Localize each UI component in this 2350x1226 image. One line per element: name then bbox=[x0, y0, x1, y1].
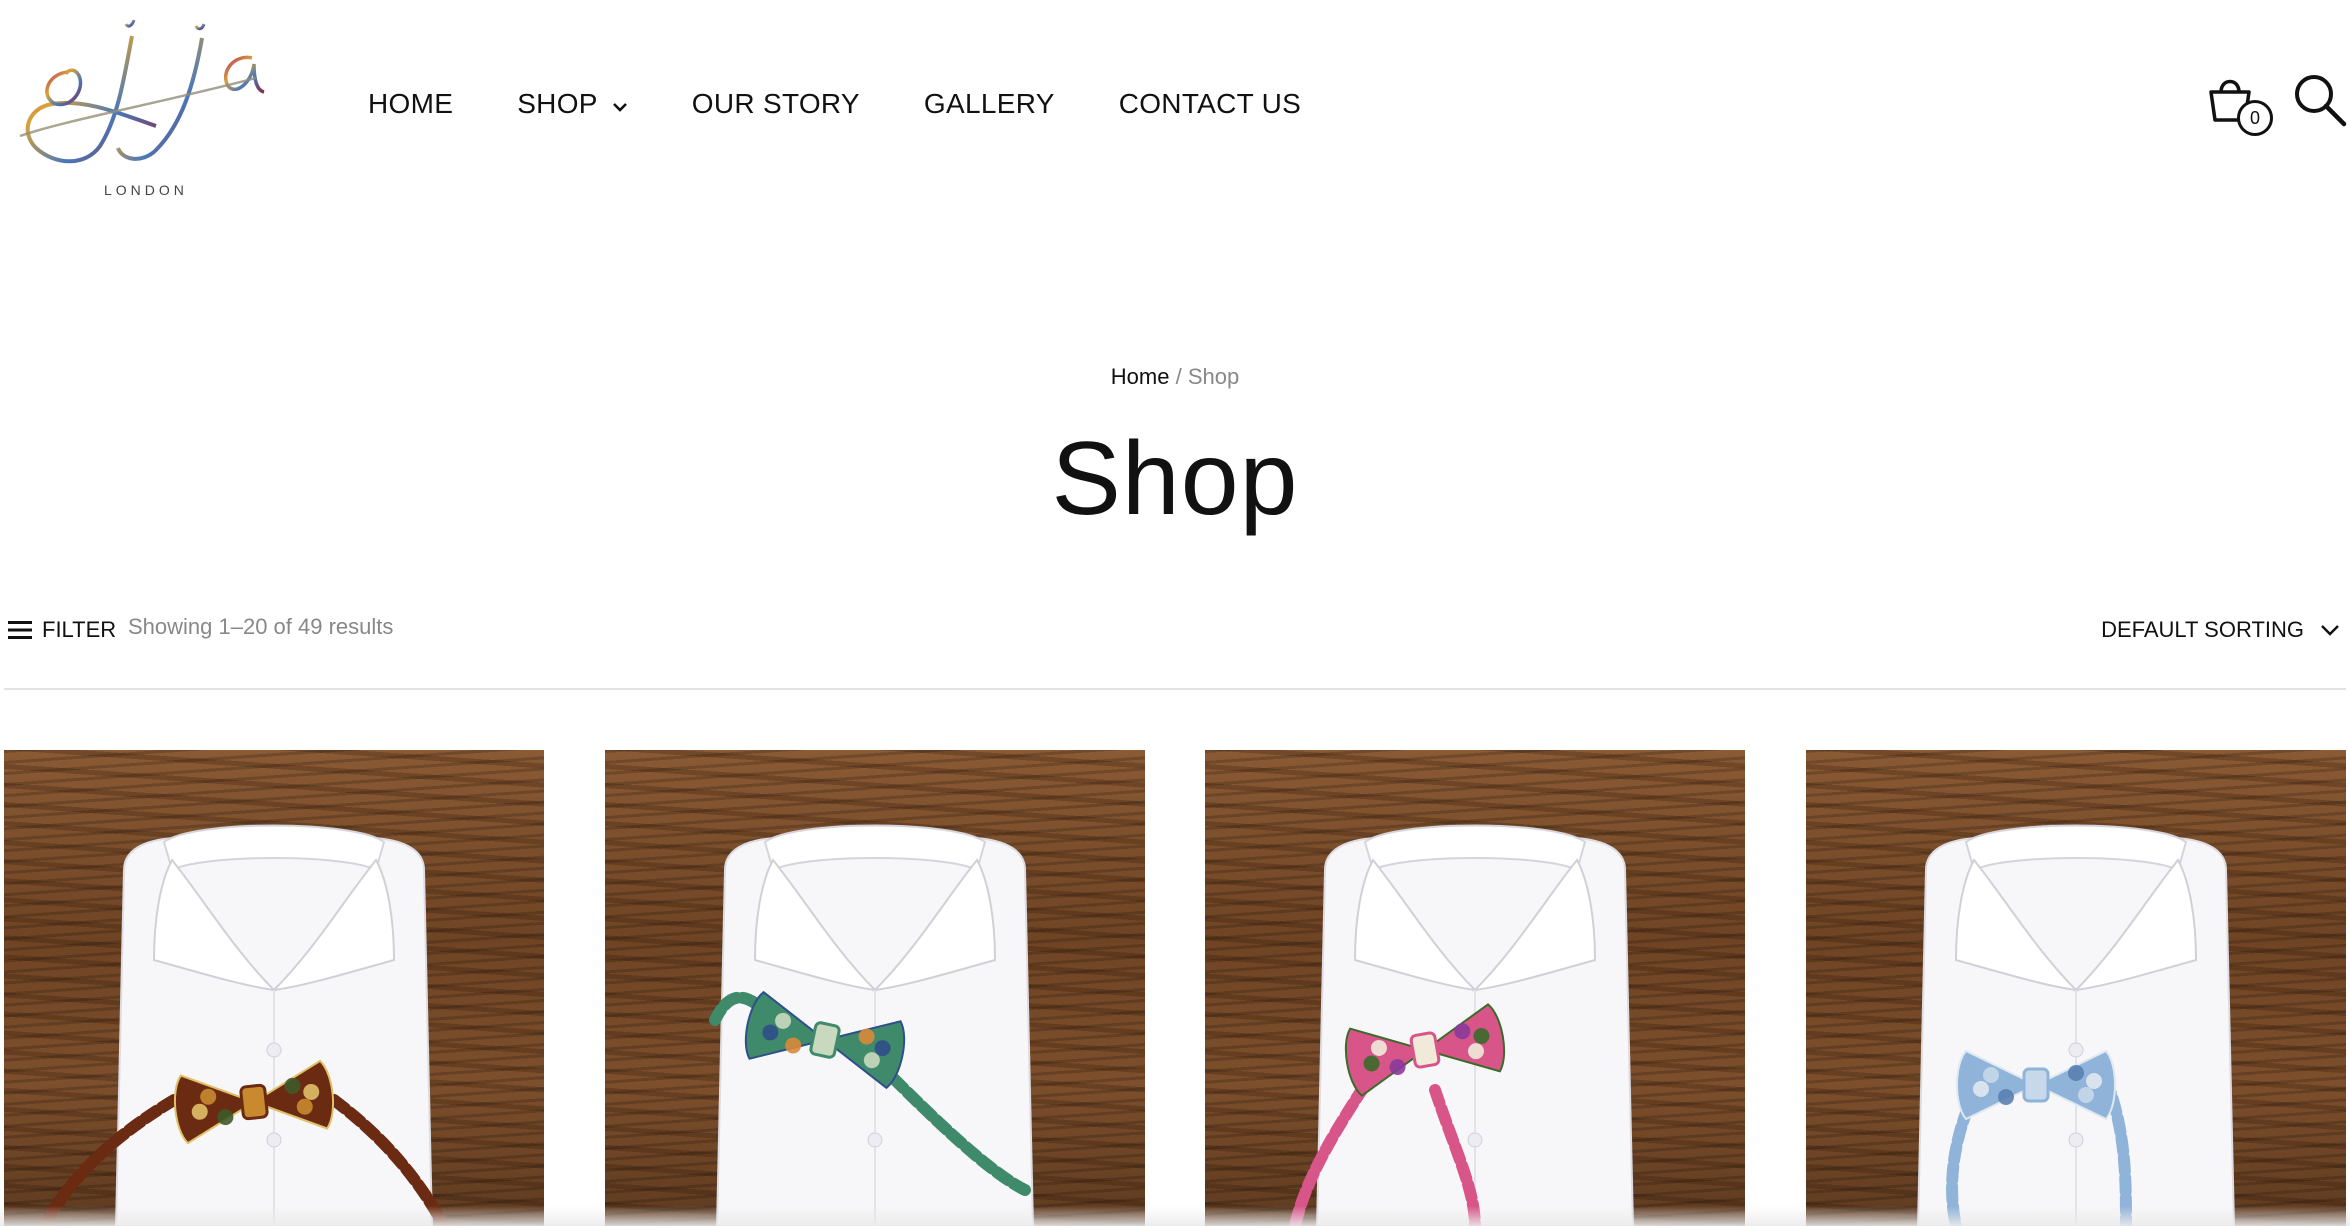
shirt-button bbox=[266, 1042, 282, 1058]
product-card[interactable] bbox=[1806, 750, 2346, 1226]
nav-contact-us[interactable]: CONTACT US bbox=[1119, 88, 1301, 120]
search-icon bbox=[2295, 75, 2347, 127]
nav-shop[interactable]: SHOP bbox=[517, 88, 628, 120]
breadcrumb: Home / Shop bbox=[0, 364, 2350, 390]
logo-subtitle: LONDON bbox=[104, 182, 188, 198]
scroll-fade bbox=[0, 1206, 2350, 1226]
results-count: Showing 1–20 of 49 results bbox=[128, 614, 394, 639]
product-image bbox=[1916, 824, 2236, 1226]
chevron-down-icon bbox=[612, 88, 628, 120]
shirt-button bbox=[2068, 1132, 2084, 1148]
cart-count-badge: 0 bbox=[2237, 100, 2273, 136]
breadcrumb-home-link[interactable]: Home bbox=[1111, 364, 1170, 389]
filter-button[interactable]: FILTER bbox=[8, 612, 116, 648]
site-logo[interactable]: LONDON bbox=[6, 8, 266, 198]
bow-tie-knot bbox=[809, 1021, 841, 1059]
menu-lines-icon bbox=[8, 621, 32, 639]
product-card[interactable] bbox=[605, 750, 1145, 1226]
shirt-button bbox=[867, 1132, 883, 1148]
bow-tie-knot bbox=[239, 1083, 269, 1121]
nav-home[interactable]: HOME bbox=[368, 88, 453, 120]
filter-label: FILTER bbox=[42, 617, 117, 642]
bow-tie-pattern-dot bbox=[1998, 1089, 2014, 1105]
shirt-button bbox=[1467, 1132, 1483, 1148]
search-button[interactable] bbox=[2292, 72, 2348, 128]
shirt-button bbox=[2068, 1042, 2084, 1058]
product-image bbox=[709, 824, 1035, 1226]
cart-button[interactable]: 0 bbox=[2205, 70, 2277, 140]
product-card[interactable] bbox=[4, 750, 544, 1226]
nav-our-story[interactable]: OUR STORY bbox=[692, 88, 860, 120]
bow-tie-pattern-dot bbox=[1983, 1067, 1999, 1083]
breadcrumb-separator: / bbox=[1175, 364, 1182, 389]
bow-tie-pattern-dot bbox=[1973, 1081, 1989, 1097]
bow-tie-knot bbox=[2022, 1067, 2050, 1103]
nav-gallery-label: GALLERY bbox=[923, 88, 1055, 119]
chevron-down-icon bbox=[2321, 625, 2339, 636]
product-grid bbox=[4, 750, 2346, 1226]
nav-home-label: HOME bbox=[368, 88, 454, 119]
nav-gallery[interactable]: GALLERY bbox=[924, 88, 1055, 120]
sorting-dropdown[interactable]: DEFAULT SORTING bbox=[2101, 612, 2340, 648]
main-navigation: HOME SHOP OUR STORY GALLERY CONTACT US bbox=[368, 84, 1301, 124]
bow-tie-pattern-dot bbox=[2068, 1065, 2084, 1081]
sorting-label: DEFAULT SORTING bbox=[2101, 617, 2304, 642]
product-image bbox=[38, 824, 450, 1226]
shirt-button bbox=[266, 1132, 282, 1148]
product-image bbox=[1289, 824, 1635, 1226]
nav-contact-us-label: CONTACT US bbox=[1118, 88, 1302, 119]
toolbar-divider bbox=[4, 688, 2346, 690]
bow-tie-pattern-dot bbox=[2086, 1073, 2102, 1089]
bow-tie-knot bbox=[1409, 1031, 1441, 1069]
page-title: Shop bbox=[1051, 421, 1299, 537]
logo-script-mark bbox=[19, 19, 265, 164]
product-card[interactable] bbox=[1205, 750, 1745, 1226]
breadcrumb-current: Shop bbox=[1187, 364, 1240, 389]
nav-shop-label: SHOP bbox=[517, 88, 598, 119]
bow-tie-pattern-dot bbox=[2078, 1087, 2094, 1103]
nav-our-story-label: OUR STORY bbox=[691, 88, 860, 119]
